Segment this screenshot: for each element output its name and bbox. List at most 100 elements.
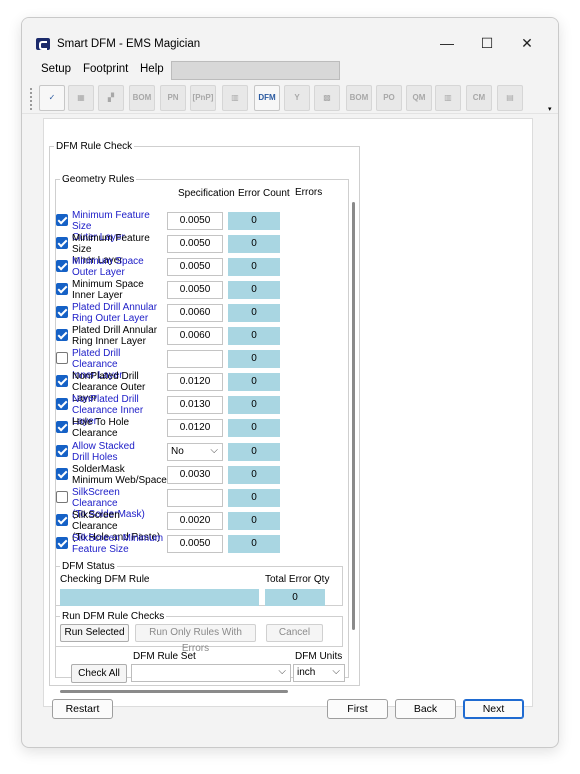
app-logo-icon: [36, 38, 50, 50]
pnp-boxes-icon[interactable]: ▞: [98, 85, 124, 111]
rule-label-line: Hole To Hole: [72, 417, 130, 429]
pn-123-icon[interactable]: PN 123: [160, 85, 186, 111]
first-button[interactable]: First: [327, 699, 388, 719]
rule-label: Plated Drill Annular Ring Inner Layer: [72, 325, 168, 347]
back-button[interactable]: Back: [395, 699, 456, 719]
rule-checkbox[interactable]: [56, 467, 68, 480]
spec-input[interactable]: [167, 488, 223, 507]
rule-label-line: SilkScreen Clearance: [72, 509, 120, 532]
maximize-button[interactable]: ☐: [474, 32, 500, 54]
spec-input[interactable]: 0.0060: [167, 304, 223, 323]
run-only-errors-button[interactable]: Run Only Rules With Errors: [135, 624, 256, 654]
rule-set-dropdown[interactable]: [131, 664, 291, 682]
grid-icon[interactable]: ▦: [68, 85, 94, 111]
rule-label-line: Outer Layer: [72, 267, 125, 279]
minimize-button[interactable]: —: [434, 32, 460, 54]
rule-label: Allow Stacked Drill Holes: [72, 441, 168, 463]
units-dropdown[interactable]: inch: [293, 664, 345, 682]
window-title: Smart DFM - EMS Magician: [57, 38, 201, 50]
menu-bar: Setup Footprint Help: [22, 60, 558, 82]
restart-button[interactable]: Restart: [52, 699, 113, 719]
rule-row: Minimum Feature Size Outer Layer 0.0050 0: [50, 210, 359, 243]
run-checks-group: Run DFM Rule Checks Run Selected Run Onl…: [55, 611, 343, 654]
component-icon[interactable]: ▥: [222, 85, 248, 111]
rule-label-line: Drill Holes: [72, 451, 118, 463]
vertical-scrollbar[interactable]: [352, 202, 355, 630]
bom-pnp-icon[interactable]: BOM PnP: [129, 85, 155, 111]
check-document-icon[interactable]: ✓: [39, 85, 65, 111]
spec-input[interactable]: 0.0130: [167, 396, 223, 415]
rule-checkbox[interactable]: [56, 352, 68, 365]
specification-header: Specification: [178, 188, 235, 199]
error-count-cell: 0: [228, 396, 280, 415]
rule-checkbox[interactable]: [56, 536, 68, 549]
qm-icon[interactable]: QM: [406, 85, 432, 111]
next-button[interactable]: Next: [463, 699, 524, 719]
rule-label-line: SolderMask: [72, 463, 125, 475]
rule-row: SilkScreen Clearance (To Hole and Paste) 0…: [50, 509, 359, 543]
rule-checkbox[interactable]: [56, 375, 68, 388]
rule-row: Minimum Space Inner Layer 0.0050 0: [50, 279, 359, 302]
spec-input[interactable]: 0.0050: [167, 212, 223, 230]
spec-input[interactable]: 0.0050: [167, 281, 223, 300]
rule-checkbox[interactable]: [56, 490, 68, 503]
spec-input[interactable]: 0.0120: [167, 419, 223, 438]
error-count-cell: 0: [228, 534, 280, 553]
cm-icon[interactable]: CM: [466, 85, 492, 111]
panel-icon[interactable]: ▤: [497, 85, 523, 111]
spec-input[interactable]: 0.0120: [167, 373, 223, 392]
y-box-icon[interactable]: Y: [284, 85, 310, 111]
rule-label: SolderMask Minimum Web/Space: [72, 464, 168, 486]
rule-checkbox[interactable]: [56, 260, 68, 273]
spec-input[interactable]: 0.0060: [167, 327, 223, 346]
rule-checkbox[interactable]: [56, 444, 68, 457]
rule-checkbox[interactable]: [56, 214, 68, 226]
rule-checkbox[interactable]: [56, 306, 68, 319]
toolbar-grip[interactable]: [30, 88, 33, 110]
rule-label-line: Inner Layer: [72, 290, 123, 302]
spec-input[interactable]: 0.0030: [167, 465, 223, 484]
chip-icon[interactable]: ▥: [435, 85, 461, 111]
app-window: Smart DFM - EMS Magician — ☐ ✕ Setup Foo…: [21, 17, 559, 748]
spec-input[interactable]: 0.0050: [167, 534, 223, 553]
menu-help[interactable]: Help: [140, 63, 164, 75]
title-bar: Smart DFM - EMS Magician — ☐ ✕: [22, 18, 558, 58]
pnp-icon[interactable]: [PnP]: [190, 85, 216, 111]
error-count-cell: 0: [228, 350, 280, 369]
rule-checkbox[interactable]: [56, 237, 68, 250]
units-label: DFM Units: [295, 651, 343, 662]
rule-row: Plated Drill Clearance Inner Layer 0: [50, 348, 359, 381]
cancel-run-button[interactable]: Cancel: [266, 624, 323, 642]
toolbar-overflow-icon[interactable]: ▾: [548, 106, 556, 114]
menu-footprint[interactable]: Footprint: [83, 63, 128, 75]
spec-input[interactable]: 0.0050: [167, 235, 223, 254]
spec-input[interactable]: 0.0050: [167, 258, 223, 277]
menu-setup[interactable]: Setup: [41, 63, 71, 75]
rule-row: Plated Drill Annular Ring Inner Layer 0.00…: [50, 325, 359, 348]
close-button[interactable]: ✕: [514, 32, 540, 54]
matrix-icon[interactable]: ▩: [314, 85, 340, 111]
rule-checkbox[interactable]: [56, 283, 68, 296]
rule-label-line: Clearance: [72, 428, 118, 440]
rule-label-line: SilkScreen Clearance: [72, 486, 120, 509]
menu-search-field[interactable]: [171, 61, 340, 80]
rule-row: SolderMask Minimum Web/Space 0.0030 0: [50, 464, 359, 487]
rule-label-line: Minimum Space: [72, 279, 144, 291]
rule-checkbox[interactable]: [56, 329, 68, 342]
stacked-drill-select[interactable]: No: [167, 442, 223, 461]
rule-checkbox[interactable]: [56, 421, 68, 434]
error-count-cell: 0: [228, 235, 280, 254]
dfm-icon[interactable]: DFM: [254, 85, 280, 111]
spec-input[interactable]: [167, 350, 223, 369]
rule-checkbox[interactable]: [56, 398, 68, 411]
po-icon[interactable]: PO: [376, 85, 402, 111]
horizontal-scrollbar[interactable]: [60, 690, 288, 693]
run-checks-legend: Run DFM Rule Checks: [62, 611, 165, 622]
spec-input[interactable]: 0.0020: [167, 511, 223, 530]
rule-checkbox[interactable]: [56, 513, 68, 526]
run-selected-button[interactable]: Run Selected: [60, 624, 129, 642]
check-all-button[interactable]: Check All: [71, 664, 127, 683]
rule-label-line: Minimum Feature Size: [72, 233, 150, 256]
rule-label-line: Allow Stacked: [72, 440, 135, 452]
bom-icon[interactable]: BOM: [346, 85, 372, 111]
